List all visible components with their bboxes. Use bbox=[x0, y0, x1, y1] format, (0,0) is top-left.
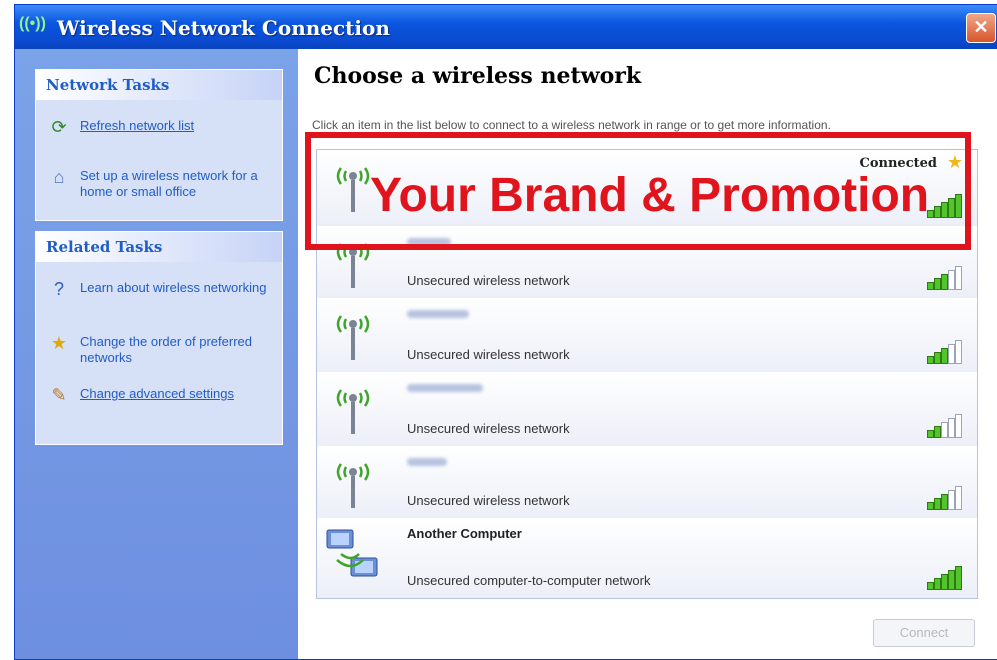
page-title: Choose a wireless network bbox=[314, 63, 642, 89]
signal-bar bbox=[948, 490, 955, 510]
related-tasks-panel: Related Tasks ? Learn about wireless net… bbox=[35, 231, 283, 445]
connect-button[interactable]: Connect bbox=[873, 619, 975, 647]
wireless-icon: ((•)) bbox=[19, 15, 46, 32]
signal-bar bbox=[927, 430, 934, 438]
signal-bar bbox=[948, 344, 955, 364]
setup-network-icon: ⌂ bbox=[53, 167, 65, 187]
signal-bar bbox=[927, 282, 934, 290]
settings-icon: ✎ bbox=[51, 385, 67, 405]
sidebar: Network Tasks ⟳ Refresh network list ⌂ S… bbox=[15, 49, 298, 659]
wireless-connection-window: ((•)) Wireless Network Connection ✕ Netw… bbox=[14, 4, 997, 660]
network-row[interactable]: Unsecured wireless network bbox=[317, 298, 977, 373]
signal-strength-icon bbox=[927, 486, 963, 510]
signal-bar bbox=[934, 352, 941, 364]
signal-bar bbox=[941, 422, 948, 438]
network-row-ad-hoc[interactable]: Another Computer Unsecured computer-to-c… bbox=[317, 518, 977, 598]
network-tasks-panel: Network Tasks ⟳ Refresh network list ⌂ S… bbox=[35, 69, 283, 221]
instructions-text: Click an item in the list below to conne… bbox=[312, 118, 831, 132]
signal-bar bbox=[948, 570, 955, 590]
signal-bar bbox=[927, 356, 934, 364]
signal-bar bbox=[941, 494, 948, 510]
task-label: Change the order of preferred networks bbox=[80, 334, 252, 365]
network-security: Unsecured computer-to-computer network bbox=[407, 573, 651, 588]
network-name: Another Computer bbox=[407, 526, 522, 541]
title-bar[interactable]: ((•)) Wireless Network Connection ✕ bbox=[15, 5, 997, 49]
star-icon: ★ bbox=[50, 333, 68, 353]
signal-bar bbox=[934, 578, 941, 590]
network-security: Unsecured wireless network bbox=[407, 493, 570, 508]
signal-bar bbox=[941, 274, 948, 290]
network-name-redacted bbox=[407, 458, 447, 466]
wireless-network-icon bbox=[336, 315, 370, 360]
task-label: Set up a wireless network for a home or … bbox=[80, 168, 258, 199]
signal-bar bbox=[955, 566, 962, 590]
signal-bar bbox=[934, 426, 941, 438]
wireless-network-icon bbox=[336, 463, 370, 508]
close-icon: ✕ bbox=[973, 17, 989, 37]
signal-bar bbox=[927, 502, 934, 510]
signal-strength-icon bbox=[927, 566, 963, 590]
signal-bar bbox=[955, 414, 962, 438]
signal-bar bbox=[955, 340, 962, 364]
network-name-redacted bbox=[407, 310, 469, 318]
signal-strength-icon bbox=[927, 266, 963, 290]
wireless-network-icon bbox=[336, 389, 370, 434]
help-icon: ? bbox=[53, 279, 64, 299]
computer-to-computer-icon bbox=[326, 529, 378, 577]
related-tasks-header: Related Tasks bbox=[36, 232, 282, 262]
network-tasks-header: Network Tasks bbox=[36, 70, 282, 100]
signal-bar bbox=[948, 418, 955, 438]
signal-bar bbox=[955, 266, 962, 290]
network-name-redacted bbox=[407, 384, 483, 392]
signal-bar bbox=[948, 270, 955, 290]
signal-bar bbox=[955, 486, 962, 510]
signal-bar bbox=[927, 582, 934, 590]
network-security: Unsecured wireless network bbox=[407, 347, 570, 362]
task-label: Refresh network list bbox=[80, 118, 195, 133]
signal-bar bbox=[934, 278, 941, 290]
promo-overlay-text: Your Brand & Promotion bbox=[370, 169, 930, 222]
network-security: Unsecured wireless network bbox=[407, 421, 570, 436]
signal-bar bbox=[941, 348, 948, 364]
network-row[interactable]: Unsecured wireless network bbox=[317, 446, 977, 519]
task-label: Change advanced settings bbox=[80, 386, 234, 401]
signal-bar bbox=[941, 574, 948, 590]
network-security: Unsecured wireless network bbox=[407, 273, 570, 288]
signal-bar bbox=[934, 498, 941, 510]
signal-strength-icon bbox=[927, 414, 963, 438]
task-label: Learn about wireless networking bbox=[80, 280, 267, 295]
signal-strength-icon bbox=[927, 340, 963, 364]
refresh-icon: ⟳ bbox=[51, 117, 67, 137]
network-row[interactable]: Unsecured wireless network bbox=[317, 372, 977, 447]
close-button[interactable]: ✕ bbox=[966, 13, 996, 43]
window-title: Wireless Network Connection bbox=[57, 16, 390, 40]
